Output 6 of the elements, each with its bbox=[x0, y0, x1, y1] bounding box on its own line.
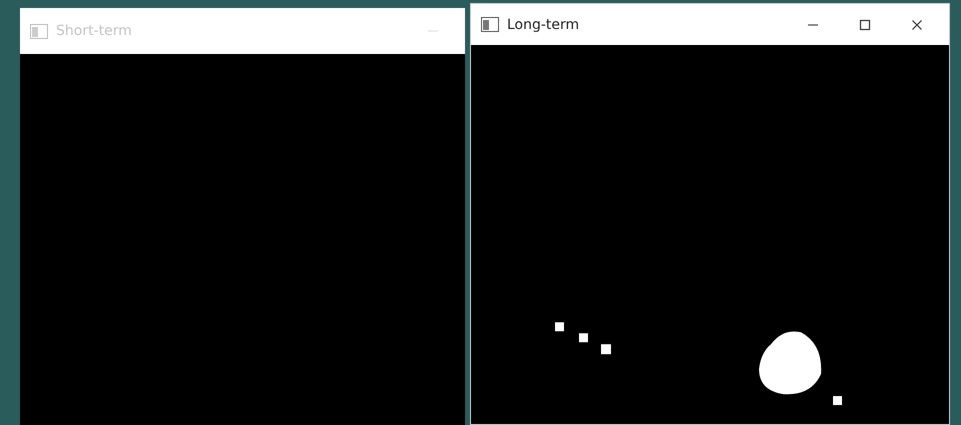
window-title: Short-term bbox=[56, 23, 132, 39]
window-icon bbox=[481, 17, 499, 32]
window-title: Long-term bbox=[507, 16, 580, 32]
window-icon bbox=[30, 24, 48, 38]
close-icon bbox=[911, 18, 923, 30]
maximize-icon bbox=[859, 18, 871, 30]
